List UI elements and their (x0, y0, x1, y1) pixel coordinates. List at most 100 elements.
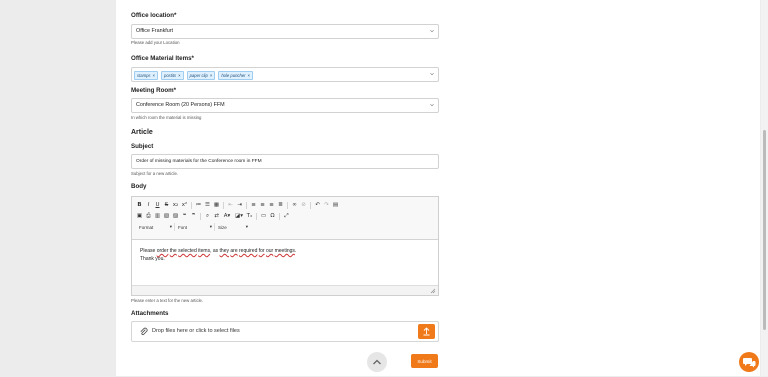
editor-text: the (169, 248, 177, 254)
toolbar-divider (310, 201, 311, 209)
chevron-down-icon: ▾ (245, 224, 248, 229)
chevron-down-icon (430, 29, 434, 32)
dropzone-text: Drop files here or click to select files (152, 328, 240, 334)
subscript-icon[interactable]: x₂ (171, 201, 180, 210)
background-color-icon[interactable]: ◪▾ (233, 212, 245, 221)
scroll-to-top-button[interactable] (367, 352, 387, 372)
format-dropdown[interactable]: Format ▾ (136, 223, 175, 231)
text-color-icon[interactable]: A▾ (221, 212, 233, 221)
maximize-icon[interactable]: ⤢ (282, 212, 291, 221)
editor-text: Please (140, 248, 157, 254)
size-dropdown[interactable]: Size ▾ (215, 223, 250, 231)
tag-label: hole puncher (221, 72, 246, 78)
align-left-icon[interactable]: ≡ (249, 201, 258, 210)
remove-tag-icon[interactable]: × (248, 73, 251, 78)
align-right-icon[interactable]: ≡ (267, 201, 276, 210)
file-dropzone[interactable]: Drop files here or click to select files (131, 321, 439, 342)
tag-item[interactable]: stamps × (134, 70, 159, 80)
remove-tag-icon[interactable]: × (153, 73, 156, 78)
subject-help: Subject for a new article. (131, 171, 179, 176)
strikethrough-icon[interactable]: S (162, 201, 171, 210)
source-icon[interactable]: ❞ (189, 212, 198, 221)
editor-text: . (294, 248, 297, 254)
remove-tag-icon[interactable]: × (210, 73, 213, 78)
page-scrollbar[interactable] (761, 0, 768, 376)
meeting-room-label: Meeting Room* (131, 87, 177, 94)
editor-line: Thank you. (140, 255, 165, 262)
article-heading: Article (131, 129, 153, 136)
chat-icon (743, 358, 756, 368)
submit-button[interactable]: Submit (411, 354, 438, 368)
font-dropdown[interactable]: Font ▾ (175, 223, 215, 231)
blockquote-icon[interactable]: ❝ (180, 212, 189, 221)
bold-icon[interactable]: B (135, 201, 144, 210)
comment-icon[interactable]: ▤ (331, 201, 340, 210)
chevron-down-icon (430, 72, 434, 75)
subject-input[interactable]: Order of missing materials for the Confe… (131, 154, 439, 169)
unlink-icon[interactable]: ⊘ (299, 201, 308, 210)
tag-item[interactable]: paper clip × (186, 70, 216, 80)
form-page (116, 0, 760, 376)
office-location-label: Office location* (131, 12, 177, 19)
bullet-list-icon[interactable]: ☰ (203, 201, 212, 210)
editor-content[interactable]: Please order the selected items, as they… (140, 248, 296, 263)
redo-icon[interactable]: ↷ (322, 201, 331, 210)
chevron-down-icon: ▾ (169, 224, 172, 229)
format-label: Format (139, 224, 154, 230)
align-center-icon[interactable]: ≡ (258, 201, 267, 210)
resize-handle-icon[interactable] (430, 288, 436, 294)
image-icon[interactable]: ▣ (135, 212, 144, 221)
upload-button[interactable] (418, 324, 435, 339)
subject-value: Order of missing materials for the Confe… (136, 158, 262, 164)
undo-icon[interactable]: ↶ (313, 201, 322, 210)
meeting-room-help: In which room the material is missing (131, 115, 202, 120)
tag-item[interactable]: postits × (161, 70, 184, 80)
indent-icon[interactable]: ⇥ (235, 201, 244, 210)
office-material-multiselect[interactable]: stamps × postits × paper clip × hole punche… (131, 67, 439, 82)
tag-label: stamps (137, 72, 151, 78)
horizontal-rule-icon[interactable]: ▭ (259, 212, 268, 221)
paste-word-icon[interactable]: ▨ (171, 212, 180, 221)
tag-item[interactable]: hole puncher × (218, 70, 254, 80)
subject-label: Subject (131, 143, 154, 150)
toolbar-row: ▣ ⎙ ▥ ▧ ▨ ❝ ❞ ⌕ ⇄ A▾ ◪▾ Tₓ ▭ Ω ⤢ (135, 211, 291, 221)
editor-text: for (258, 248, 265, 254)
scroll-thumb[interactable] (763, 130, 766, 330)
superscript-icon[interactable]: x² (180, 201, 189, 210)
paperclip-icon (140, 327, 148, 336)
outdent-icon[interactable]: ⇤ (226, 201, 235, 210)
replace-icon[interactable]: ⇄ (212, 212, 221, 221)
align-justify-icon[interactable]: ≣ (276, 201, 285, 210)
clear-format-icon[interactable]: Tₓ (245, 212, 254, 221)
rich-text-editor[interactable]: B I U S x₂ x² ≔ ☰ ▦ ⇤ ⇥ ≡ ≡ ≡ ≣ ∞ ⊘ ↶ ↷ … (131, 196, 439, 296)
italic-icon[interactable]: I (144, 201, 153, 210)
chat-button[interactable] (739, 352, 759, 372)
numbered-list-icon[interactable]: ≔ (194, 201, 203, 210)
meeting-room-select[interactable]: Conference Room (20 Persons) FFM (131, 98, 439, 113)
editor-text: order (156, 248, 169, 254)
editor-text: they (219, 248, 229, 254)
office-location-select[interactable]: Office Frankfurt (131, 24, 439, 39)
toolbar-divider (200, 212, 201, 220)
chevron-up-icon (373, 359, 381, 365)
find-icon[interactable]: ⌕ (203, 212, 212, 221)
editor-toolbar: B I U S x₂ x² ≔ ☰ ▦ ⇤ ⇥ ≡ ≡ ≡ ≣ ∞ ⊘ ↶ ↷ … (132, 197, 438, 240)
remove-tag-icon[interactable]: × (178, 73, 181, 78)
body-help: Please enter a text for the new article. (131, 298, 204, 303)
toolbar-divider (191, 201, 192, 209)
print-icon[interactable]: ⎙ (144, 212, 153, 221)
special-char-icon[interactable]: Ω (268, 212, 277, 221)
paste-text-icon[interactable]: ▧ (162, 212, 171, 221)
meeting-room-value: Conference Room (20 Persons) FFM (136, 102, 225, 109)
office-location-help: Please add your Location (131, 40, 180, 45)
font-label: Font (178, 224, 188, 230)
underline-icon[interactable]: U (153, 201, 162, 210)
template-icon[interactable]: ▥ (153, 212, 162, 221)
body-label: Body (131, 183, 147, 190)
link-icon[interactable]: ∞ (290, 201, 299, 210)
editor-text: required (239, 248, 258, 254)
table-icon[interactable]: ▦ (212, 201, 221, 210)
office-location-value: Office Frankfurt (136, 28, 174, 35)
office-material-label: Office Material Items* (131, 55, 194, 62)
toolbar-divider (287, 201, 288, 209)
